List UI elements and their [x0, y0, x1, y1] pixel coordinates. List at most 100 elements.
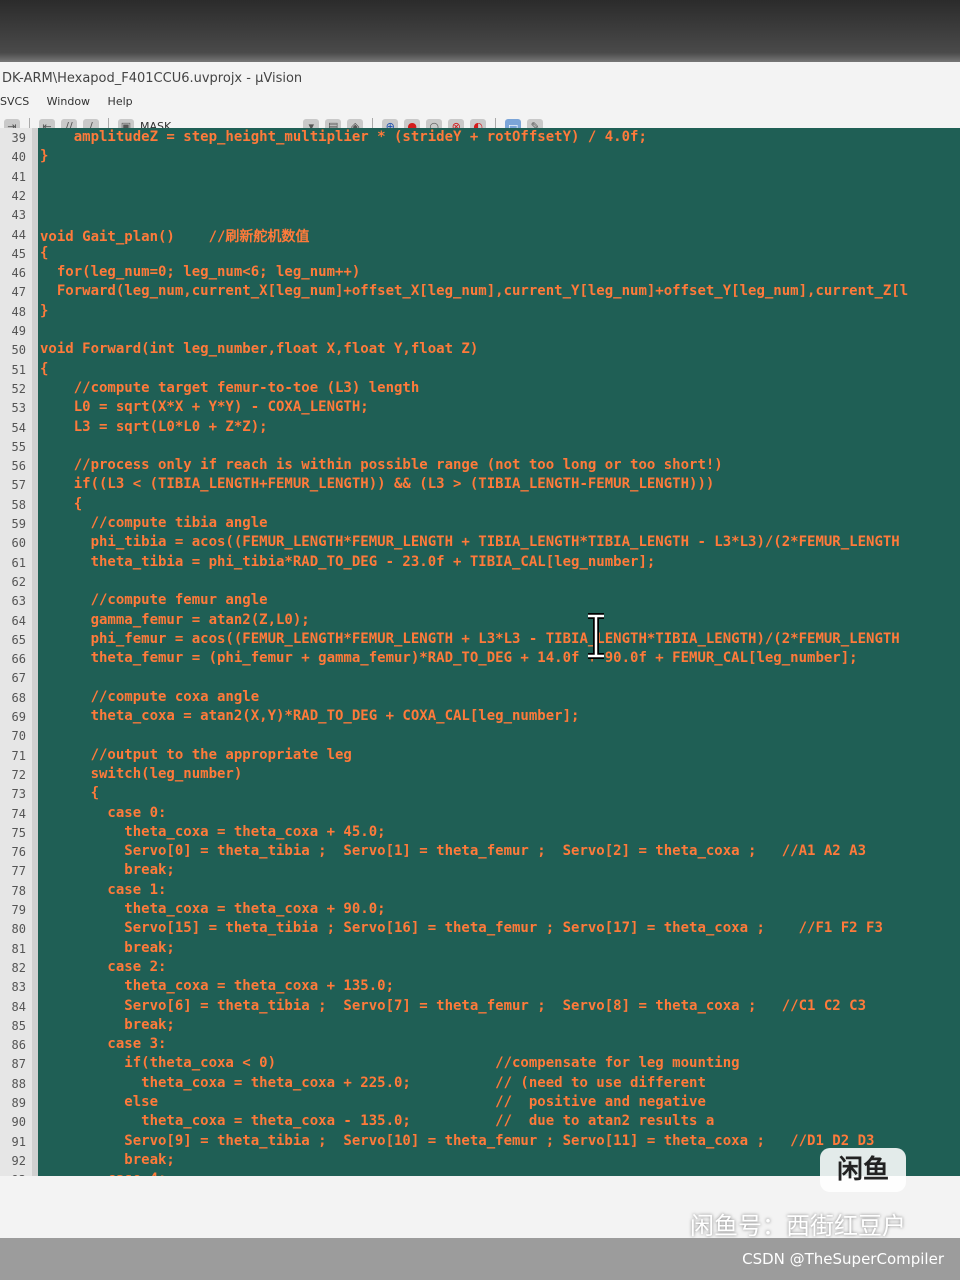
line-number: 46 — [11, 266, 26, 281]
code-line[interactable]: Servo[6] = theta_tibia ; Servo[7] = thet… — [40, 998, 866, 1014]
line-number: 83 — [11, 980, 26, 995]
code-line[interactable]: case 4: — [40, 1171, 166, 1176]
code-line[interactable]: break; — [40, 940, 175, 956]
code-line[interactable]: phi_tibia = acos((FEMUR_LENGTH*FEMUR_LEN… — [40, 534, 900, 550]
line-number: 72 — [11, 767, 26, 782]
code-line[interactable]: gamma_femur = atan2(Z,L0); — [40, 612, 310, 628]
csdn-watermark: CSDN @TheSuperCompiler — [742, 1250, 944, 1268]
line-number: 40 — [11, 150, 26, 165]
code-line[interactable]: theta_coxa = theta_coxa + 225.0; // (nee… — [40, 1075, 706, 1091]
line-number: 85 — [11, 1018, 26, 1033]
code-line[interactable]: } — [40, 303, 48, 319]
code-line[interactable]: { — [40, 496, 82, 512]
code-line[interactable]: Forward(leg_num,current_X[leg_num]+offse… — [40, 283, 908, 299]
xianyu-badge: 闲鱼 — [820, 1148, 906, 1192]
fold-margin — [32, 128, 38, 1176]
line-number: 77 — [11, 864, 26, 879]
line-number: 54 — [11, 420, 26, 435]
line-number: 92 — [11, 1153, 26, 1168]
line-number: 80 — [11, 922, 26, 937]
code-line[interactable]: theta_femur = (phi_femur + gamma_femur)*… — [40, 650, 858, 666]
line-number: 62 — [11, 574, 26, 589]
code-line[interactable]: if(theta_coxa < 0) //compensate for leg … — [40, 1055, 739, 1071]
code-line[interactable]: //compute coxa angle — [40, 689, 260, 705]
line-number: 66 — [11, 652, 26, 667]
line-number: 82 — [11, 960, 26, 975]
code-line[interactable]: theta_coxa = theta_coxa + 90.0; — [40, 901, 385, 917]
code-line[interactable]: amplitudeZ = step_height_multiplier * (s… — [40, 129, 647, 145]
code-line[interactable]: //compute tibia angle — [40, 515, 268, 531]
line-number: 90 — [11, 1115, 26, 1130]
line-number: 44 — [11, 227, 26, 242]
line-number: 60 — [11, 536, 26, 551]
menu-help[interactable]: Help — [108, 95, 133, 108]
code-line[interactable]: break; — [40, 1017, 175, 1033]
line-number: 48 — [11, 304, 26, 319]
code-line[interactable]: else // positive and negative — [40, 1094, 706, 1110]
code-line[interactable]: void Forward(int leg_number,float X,floa… — [40, 341, 478, 357]
line-number: 86 — [11, 1038, 26, 1053]
code-line[interactable]: case 1: — [40, 882, 166, 898]
line-number: 69 — [11, 710, 26, 724]
code-line[interactable]: case 0: — [40, 805, 166, 821]
code-line[interactable]: L3 = sqrt(L0*L0 + Z*Z); — [40, 419, 268, 435]
code-line[interactable]: Servo[9] = theta_tibia ; Servo[10] = the… — [40, 1133, 874, 1149]
code-line[interactable]: { — [40, 361, 48, 377]
line-number: 81 — [11, 941, 26, 956]
code-line[interactable]: if((L3 < (TIBIA_LENGTH+FEMUR_LENGTH)) &&… — [40, 476, 715, 492]
code-line[interactable]: //compute target femur-to-toe (L3) lengt… — [40, 380, 420, 396]
code-line[interactable]: //compute femur angle — [40, 592, 268, 608]
line-number: 50 — [11, 343, 26, 358]
code-line[interactable]: break; — [40, 862, 175, 878]
line-number: 89 — [11, 1096, 26, 1110]
line-number: 84 — [11, 999, 26, 1014]
line-number: 43 — [11, 208, 26, 223]
menu-bar: SVCS Window Help — [0, 92, 960, 112]
code-line[interactable]: Servo[0] = theta_tibia ; Servo[1] = thet… — [40, 843, 866, 859]
line-number: 88 — [11, 1076, 26, 1091]
code-line[interactable]: void Gait_plan() //刷新舵机数值 — [40, 226, 309, 246]
code-line[interactable]: { — [40, 245, 48, 261]
code-editor[interactable]: 39 amplitudeZ = step_height_multiplier *… — [0, 128, 960, 1176]
line-number: 61 — [11, 555, 26, 570]
line-number: 74 — [11, 806, 26, 821]
line-number: 71 — [11, 748, 26, 763]
code-line[interactable]: for(leg_num=0; leg_num<6; leg_num++) — [40, 264, 360, 280]
code-line[interactable]: case 2: — [40, 959, 166, 975]
code-line[interactable]: theta_coxa = atan2(X,Y)*RAD_TO_DEG + COX… — [40, 708, 580, 724]
code-line[interactable]: //output to the appropriate leg — [40, 747, 352, 763]
code-line[interactable]: } — [40, 148, 48, 164]
line-number: 58 — [11, 497, 26, 512]
seller-watermark: 闲鱼号：西街红豆户 — [690, 1212, 906, 1240]
line-number: 70 — [11, 729, 26, 744]
line-number: 57 — [11, 478, 26, 493]
line-number: 76 — [11, 845, 26, 860]
line-number: 91 — [11, 1134, 26, 1149]
line-number: 55 — [11, 439, 26, 454]
code-line[interactable]: theta_coxa = theta_coxa + 45.0; — [40, 824, 385, 840]
line-number: 39 — [11, 131, 26, 145]
line-number: 41 — [11, 169, 26, 184]
line-number: 59 — [11, 517, 26, 531]
line-number: 73 — [11, 787, 26, 802]
line-number: 52 — [11, 381, 26, 396]
code-line[interactable]: theta_coxa = theta_coxa - 135.0; // due … — [40, 1113, 714, 1129]
code-line[interactable]: { — [40, 785, 99, 801]
line-number: 42 — [11, 188, 26, 203]
code-line[interactable]: //process only if reach is within possib… — [40, 457, 723, 473]
line-number: 63 — [11, 594, 26, 609]
code-line[interactable]: switch(leg_number) — [40, 766, 243, 782]
menu-window[interactable]: Window — [47, 95, 90, 108]
line-number: 87 — [11, 1057, 26, 1072]
line-number: 45 — [11, 246, 26, 261]
code-line[interactable]: phi_femur = acos((FEMUR_LENGTH*FEMUR_LEN… — [40, 631, 900, 647]
code-line[interactable]: break; — [40, 1152, 175, 1168]
code-line[interactable]: theta_coxa = theta_coxa + 135.0; — [40, 978, 394, 994]
menu-svcs[interactable]: SVCS — [0, 95, 29, 108]
line-number: 75 — [11, 825, 26, 840]
code-line[interactable]: case 3: — [40, 1036, 166, 1052]
code-line[interactable]: L0 = sqrt(X*X + Y*Y) - COXA_LENGTH; — [40, 399, 369, 415]
line-number: 93 — [0, 1173, 26, 1176]
code-line[interactable]: Servo[15] = theta_tibia ; Servo[16] = th… — [40, 920, 883, 936]
code-line[interactable]: theta_tibia = phi_tibia*RAD_TO_DEG - 23.… — [40, 554, 656, 570]
